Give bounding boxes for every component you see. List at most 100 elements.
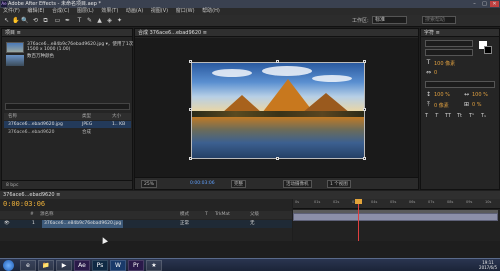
zoom-select[interactable]: 25%: [141, 180, 158, 188]
composition-viewer[interactable]: [135, 38, 418, 178]
timeline-tab[interactable]: 376ace6...ebad9620 ≡: [0, 191, 500, 199]
puppet-tool-icon[interactable]: ✦: [116, 17, 123, 24]
transform-handle[interactable]: [189, 157, 192, 160]
roto-tool-icon[interactable]: ◈: [106, 17, 113, 24]
menu-effect[interactable]: 效果(T): [101, 8, 118, 14]
project-footer: 8 bpc: [2, 180, 132, 189]
file-dimensions: 1500 x 1000 (1.00): [27, 47, 71, 52]
tracking-value[interactable]: 0: [434, 70, 437, 76]
resolution-select[interactable]: 完整: [231, 180, 246, 188]
landscape-image[interactable]: [191, 62, 365, 159]
playhead-handle[interactable]: [355, 199, 362, 204]
font-style-select[interactable]: [425, 49, 473, 56]
timeline-timecode[interactable]: 0:00:03:06: [3, 200, 45, 208]
rotate-tool-icon[interactable]: ⟲: [32, 17, 39, 24]
media-taskbar-icon[interactable]: ▶: [56, 260, 72, 271]
timeline-layer-row[interactable]: 👁 1 376ace6...e84b9c76ebad9620.jpg 正常 无: [0, 220, 292, 228]
zoom-tool-icon[interactable]: 🔍: [21, 17, 28, 24]
word-taskbar-icon[interactable]: W: [110, 260, 126, 271]
column-size[interactable]: 大小: [112, 113, 121, 120]
style-small-caps[interactable]: Tt: [457, 113, 462, 119]
layer-index: 1: [32, 221, 35, 226]
column-type[interactable]: 类型: [82, 113, 91, 120]
hand-tool-icon[interactable]: ✋: [12, 17, 19, 24]
maximize-button[interactable]: □: [480, 1, 489, 7]
transform-handle[interactable]: [189, 108, 192, 111]
ie-taskbar-icon[interactable]: e: [20, 260, 36, 271]
layer-parent[interactable]: 无: [250, 220, 255, 228]
column-name[interactable]: 名称: [8, 113, 17, 120]
project-column-header: 名称 类型 大小: [4, 113, 131, 120]
transform-handle[interactable]: [276, 60, 279, 63]
type-tool-icon[interactable]: T: [76, 17, 83, 24]
font-size-value[interactable]: 100 像素: [434, 60, 455, 67]
row-name: 376ace6...ebad9620: [8, 130, 55, 135]
stamp-tool-icon[interactable]: ▲: [96, 17, 103, 24]
menu-window[interactable]: 窗口(W): [176, 8, 195, 14]
timecode-display[interactable]: 0:00:03:06: [190, 178, 215, 190]
ruler-tick: 09s: [466, 200, 473, 204]
transform-handle[interactable]: [363, 108, 366, 111]
column-source-name: 源名称: [40, 212, 54, 217]
font-family-select[interactable]: [425, 40, 473, 47]
menu-composition[interactable]: 合成(C): [52, 8, 69, 14]
vertical-scale-value[interactable]: 100 %: [434, 92, 450, 98]
explorer-taskbar-icon[interactable]: 📁: [38, 260, 54, 271]
help-search-input[interactable]: 搜索帮助: [422, 16, 456, 24]
layer-mode[interactable]: 正常: [180, 220, 189, 228]
project-search-input[interactable]: [5, 103, 130, 110]
menu-file[interactable]: 文件(F): [3, 8, 20, 14]
close-button[interactable]: ✕: [490, 1, 499, 7]
rectangle-tool-icon[interactable]: ▭: [54, 17, 61, 24]
style-bold[interactable]: T: [425, 113, 428, 119]
after-effects-taskbar-icon[interactable]: Ae: [74, 260, 90, 271]
row-size: 1.. KB: [112, 122, 126, 127]
timeline-track-area[interactable]: 0s 01s 02s 03s 04s 05s 06s 07s 08s 09s 1…: [293, 199, 500, 241]
time-ruler[interactable]: 0s 01s 02s 03s 04s 05s 06s 07s 08s 09s 1…: [293, 199, 500, 209]
project-row[interactable]: 376ace6...ebad9620.jpg JPEG 1.. KB: [4, 121, 131, 128]
menu-view[interactable]: 视图(V): [151, 8, 168, 14]
stroke-color-swatch[interactable]: [484, 46, 492, 54]
brush-tool-icon[interactable]: ✎: [86, 17, 93, 24]
bit-depth-button[interactable]: 8 bpc: [6, 181, 18, 190]
project-row[interactable]: 376ace6...ebad9620 合成: [4, 129, 131, 136]
minimize-button[interactable]: –: [470, 1, 479, 7]
style-subscript[interactable]: T₁: [481, 113, 486, 119]
app-taskbar-icon[interactable]: ★: [146, 260, 162, 271]
selection-tool-icon[interactable]: ↖: [3, 17, 10, 24]
premiere-taskbar-icon[interactable]: Pr: [128, 260, 144, 271]
column-trkmat: TrkMat: [215, 212, 230, 217]
style-all-caps[interactable]: TT: [445, 113, 451, 119]
layer-duration-bar[interactable]: [293, 213, 498, 221]
horizontal-scale-value[interactable]: 100 %: [472, 92, 488, 98]
photoshop-taskbar-icon[interactable]: Ps: [92, 260, 108, 271]
baseline-shift-value[interactable]: 0 像素: [434, 102, 449, 109]
character-tab[interactable]: 字符 ≡: [421, 29, 499, 37]
system-clock[interactable]: 19:11 2017/6/5: [479, 260, 497, 270]
composition-tab[interactable]: 合成 376ace6...ebad9620 ≡: [135, 29, 418, 37]
style-italic[interactable]: T: [435, 113, 438, 119]
start-button[interactable]: [3, 260, 14, 271]
transform-handle[interactable]: [363, 60, 366, 63]
style-superscript[interactable]: T¹: [469, 113, 474, 119]
transform-handle[interactable]: [189, 60, 192, 63]
views-select[interactable]: 1 个视图: [327, 180, 351, 188]
project-tab[interactable]: 项目 ≡: [2, 29, 132, 37]
workspace-select[interactable]: 标准: [372, 16, 407, 24]
eye-icon[interactable]: 👁: [4, 220, 10, 228]
stroke-width-select[interactable]: [425, 81, 495, 88]
menu-edit[interactable]: 编辑(E): [27, 8, 44, 14]
composition-panel: 合成 376ace6...ebad9620 ≡ 25% 0:00:03:06 完…: [134, 28, 419, 190]
menu-animation[interactable]: 动画(A): [126, 8, 143, 14]
layer-name[interactable]: 376ace6...e84b9c76ebad9620.jpg: [42, 220, 124, 228]
menu-help[interactable]: 帮助(H): [202, 8, 220, 14]
camera-select[interactable]: 活动摄像机: [283, 180, 312, 188]
menu-layer[interactable]: 图层(L): [77, 8, 94, 14]
column-t: T: [205, 212, 208, 217]
transform-handle[interactable]: [276, 157, 279, 160]
transform-handle[interactable]: [363, 157, 366, 160]
camera-tool-icon[interactable]: ⧉: [42, 17, 49, 24]
ruler-tick: 0s: [295, 200, 300, 204]
pen-tool-icon[interactable]: ✒: [64, 17, 71, 24]
tsume-value[interactable]: 0 %: [472, 102, 482, 108]
